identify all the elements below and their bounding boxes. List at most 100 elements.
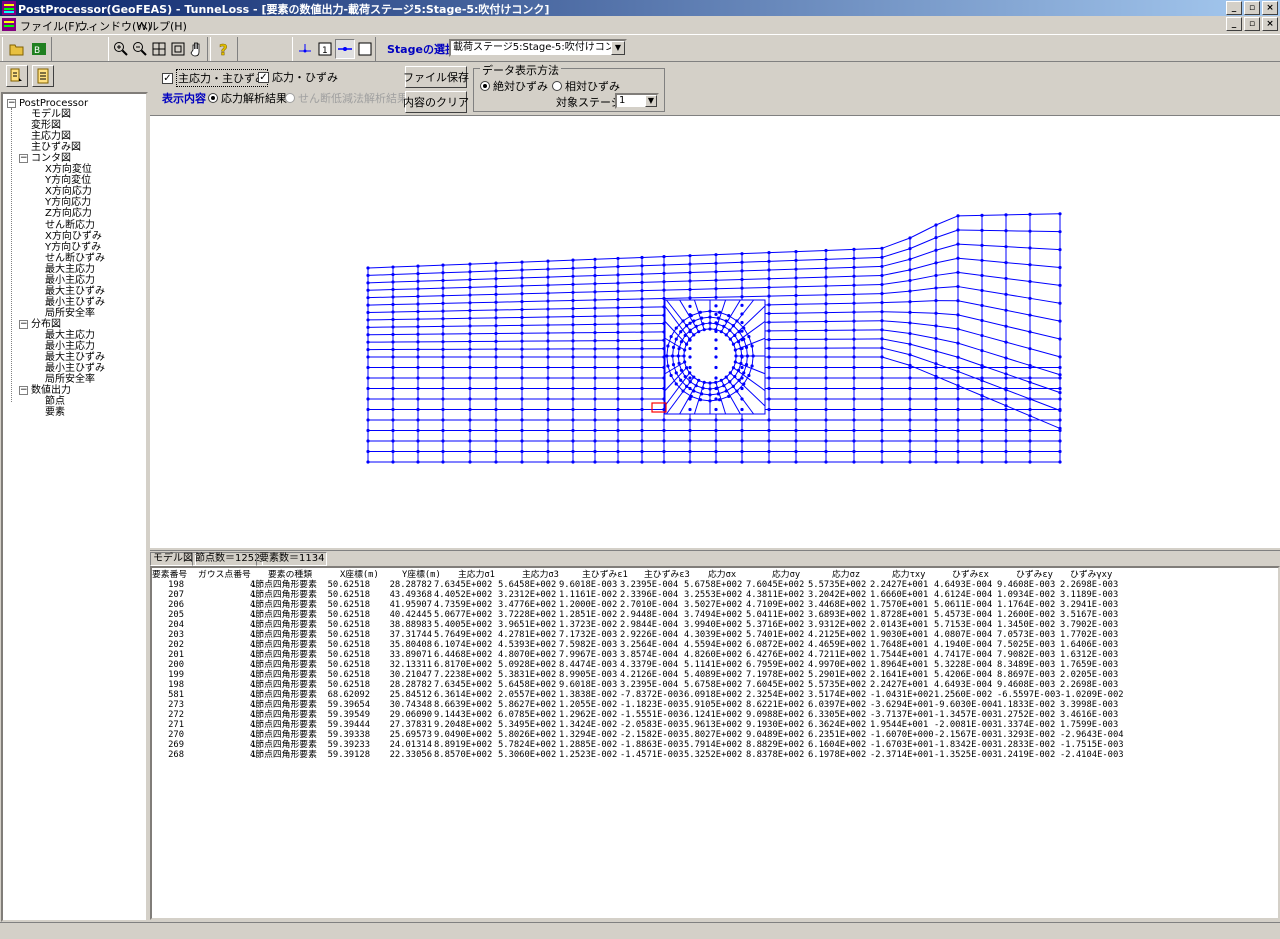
tree-item[interactable]: − コンタ図: [19, 153, 71, 164]
tree-collapse-box-icon[interactable]: −: [7, 99, 16, 108]
table-cell: 8.4474E-003: [559, 660, 618, 670]
tree-collapse-box-icon[interactable]: −: [19, 386, 28, 396]
stress-checkbox[interactable]: ✓ 応力・ひずみ: [258, 69, 338, 85]
column-header: 要素番号: [152, 570, 188, 580]
fem-mesh-canvas[interactable]: [150, 116, 1280, 548]
mdi-restore-button[interactable]: ▫: [1244, 17, 1260, 31]
tree-item[interactable]: Y方向応力: [45, 197, 91, 208]
tree-item[interactable]: 最大主応力: [45, 264, 95, 275]
stage-select[interactable]: 載荷ステージ5:Stage-5:吹付けコンク ▼: [449, 39, 627, 57]
tree-item[interactable]: X方向ひずみ: [45, 231, 102, 242]
tree-item-label: Y方向ひずみ: [45, 241, 102, 253]
table-cell: 205: [168, 610, 184, 620]
control-strip: ✓ 主応力・主ひずみ ✓ 応力・ひずみ 表示内容 応力解析結果 せん断低減法解析…: [150, 62, 1280, 116]
table-cell: 1.2962E-002: [559, 710, 618, 720]
tree-item[interactable]: Y方向変位: [45, 175, 91, 186]
pan-hand-icon[interactable]: [187, 39, 207, 59]
menu-help[interactable]: ヘルプ(H): [137, 18, 187, 34]
tree-item[interactable]: 最小主応力: [45, 341, 95, 352]
line-view-icon[interactable]: [335, 39, 355, 59]
table-cell: 50.62518: [327, 660, 370, 670]
tree-item[interactable]: − 分布図: [19, 319, 61, 330]
tree-item[interactable]: 最小主ひずみ: [45, 297, 105, 308]
table-cell: -2.4104E-003: [1060, 750, 1124, 760]
tree-item[interactable]: Y方向ひずみ: [45, 242, 101, 253]
tree-item[interactable]: Z方向応力: [45, 208, 92, 219]
table-cell: 5.3252E+002: [684, 750, 743, 760]
table-cell: 5.0411E+002: [746, 610, 805, 620]
relative-strain-radio[interactable]: 相対ひずみ: [552, 78, 620, 94]
title-bar: PostProcessor(GeoFEAS) - TunneLoss - [要素…: [0, 0, 1280, 16]
tree-collapse-icon[interactable]: [32, 65, 54, 87]
tree-root[interactable]: − PostProcessor: [7, 98, 88, 109]
save-file-button[interactable]: ファイル保存: [403, 66, 469, 88]
open-folder-icon[interactable]: [7, 39, 27, 59]
node-view-icon[interactable]: [295, 39, 315, 59]
tree-item[interactable]: せん断応力: [45, 220, 95, 231]
zoom-fit-icon[interactable]: [149, 39, 169, 59]
tree-item[interactable]: 最小主ひずみ: [45, 363, 105, 374]
column-header: 主ひずみε3: [644, 570, 690, 580]
tree-item[interactable]: せん断ひずみ: [45, 253, 105, 264]
table-cell: 32.13311: [389, 660, 432, 670]
frame-view-icon[interactable]: [355, 39, 375, 59]
tree-item[interactable]: 要素: [45, 407, 65, 418]
tree-item[interactable]: − 数値出力: [19, 385, 71, 396]
tree-item[interactable]: 局所安全率: [45, 308, 95, 319]
tree-item[interactable]: 節点: [45, 396, 65, 407]
chevron-down-icon[interactable]: ▼: [611, 41, 625, 55]
table-cell: 1.8964E+001: [870, 660, 929, 670]
table-cell: 1: [250, 730, 256, 740]
tree-item[interactable]: 最大主応力: [45, 330, 95, 341]
table-cell: 5.2901E+002: [808, 670, 867, 680]
tree-collapse-box-icon[interactable]: −: [19, 319, 28, 329]
tree-item[interactable]: X方向応力: [45, 186, 92, 197]
table-cell: 5.7401E+002: [746, 630, 805, 640]
chevron-down-icon[interactable]: ▼: [645, 95, 657, 107]
tree-item[interactable]: 最小主応力: [45, 275, 95, 286]
element-data-pane[interactable]: 要素番号 ガウス点番号 要素の種類 X座標(m) Y座標(m) 主応力σ1 主応力σ3 主ひず…: [150, 566, 1280, 920]
element-number-icon[interactable]: 1: [315, 39, 335, 59]
table-cell: 5.1141E+002: [684, 660, 743, 670]
tree-item[interactable]: 最大主ひずみ: [45, 286, 105, 297]
table-cell: 8.9905E-003: [559, 670, 618, 680]
tree-item[interactable]: 主ひずみ図: [31, 142, 81, 153]
column-header: X座標(m): [340, 570, 379, 580]
model-view-tab[interactable]: モデル図: [150, 552, 196, 566]
table-cell: 6.1604E+002: [808, 740, 867, 750]
minimize-button[interactable]: _: [1226, 1, 1242, 15]
table-cell: 3.7494E+002: [684, 610, 743, 620]
tree-item[interactable]: 変形図: [31, 120, 61, 131]
table-cell: -2.1567E-003: [934, 730, 998, 740]
tree-item[interactable]: 最大主ひずみ: [45, 352, 105, 363]
zoom-window-icon[interactable]: [168, 39, 188, 59]
tree-item-label: 分布図: [31, 318, 61, 330]
clear-content-button[interactable]: 内容のクリア: [403, 91, 469, 113]
help-icon[interactable]: ?: [214, 39, 234, 59]
tree-item[interactable]: 主応力図: [31, 131, 71, 142]
stress-analysis-radio[interactable]: 応力解析結果: [208, 90, 287, 106]
tree-item[interactable]: 局所安全率: [45, 374, 95, 385]
absolute-strain-radio[interactable]: 絶対ひずみ: [480, 78, 548, 94]
mdi-minimize-button[interactable]: _: [1226, 17, 1242, 31]
close-button[interactable]: ×: [1262, 1, 1278, 15]
tree-item[interactable]: モデル図: [31, 109, 71, 120]
table-cell: 4.6124E-004: [934, 590, 993, 600]
tree-item[interactable]: X方向変位: [45, 164, 92, 175]
maximize-button[interactable]: ▫: [1244, 1, 1260, 15]
table-cell: -1.3525E-003: [934, 750, 998, 760]
export-icon[interactable]: B: [29, 39, 49, 59]
tree-expand-icon[interactable]: [6, 65, 28, 87]
table-cell: 2.2427E+001: [870, 580, 929, 590]
table-cell: 5.3716E+002: [746, 620, 805, 630]
tree-collapse-box-icon[interactable]: −: [19, 154, 28, 164]
principal-checkbox[interactable]: ✓ 主応力・主ひずみ: [162, 69, 268, 87]
table-cell: 4節点四角形要素: [250, 680, 317, 690]
table-cell: 7.6345E+002: [434, 580, 493, 590]
table-cell: 4.0807E-004: [934, 630, 993, 640]
target-stage-select[interactable]: 1 ▼: [615, 93, 659, 109]
mdi-close-button[interactable]: ×: [1262, 17, 1278, 31]
zoom-out-icon[interactable]: [130, 39, 150, 59]
zoom-in-icon[interactable]: [111, 39, 131, 59]
table-cell: 29.06090: [389, 710, 432, 720]
